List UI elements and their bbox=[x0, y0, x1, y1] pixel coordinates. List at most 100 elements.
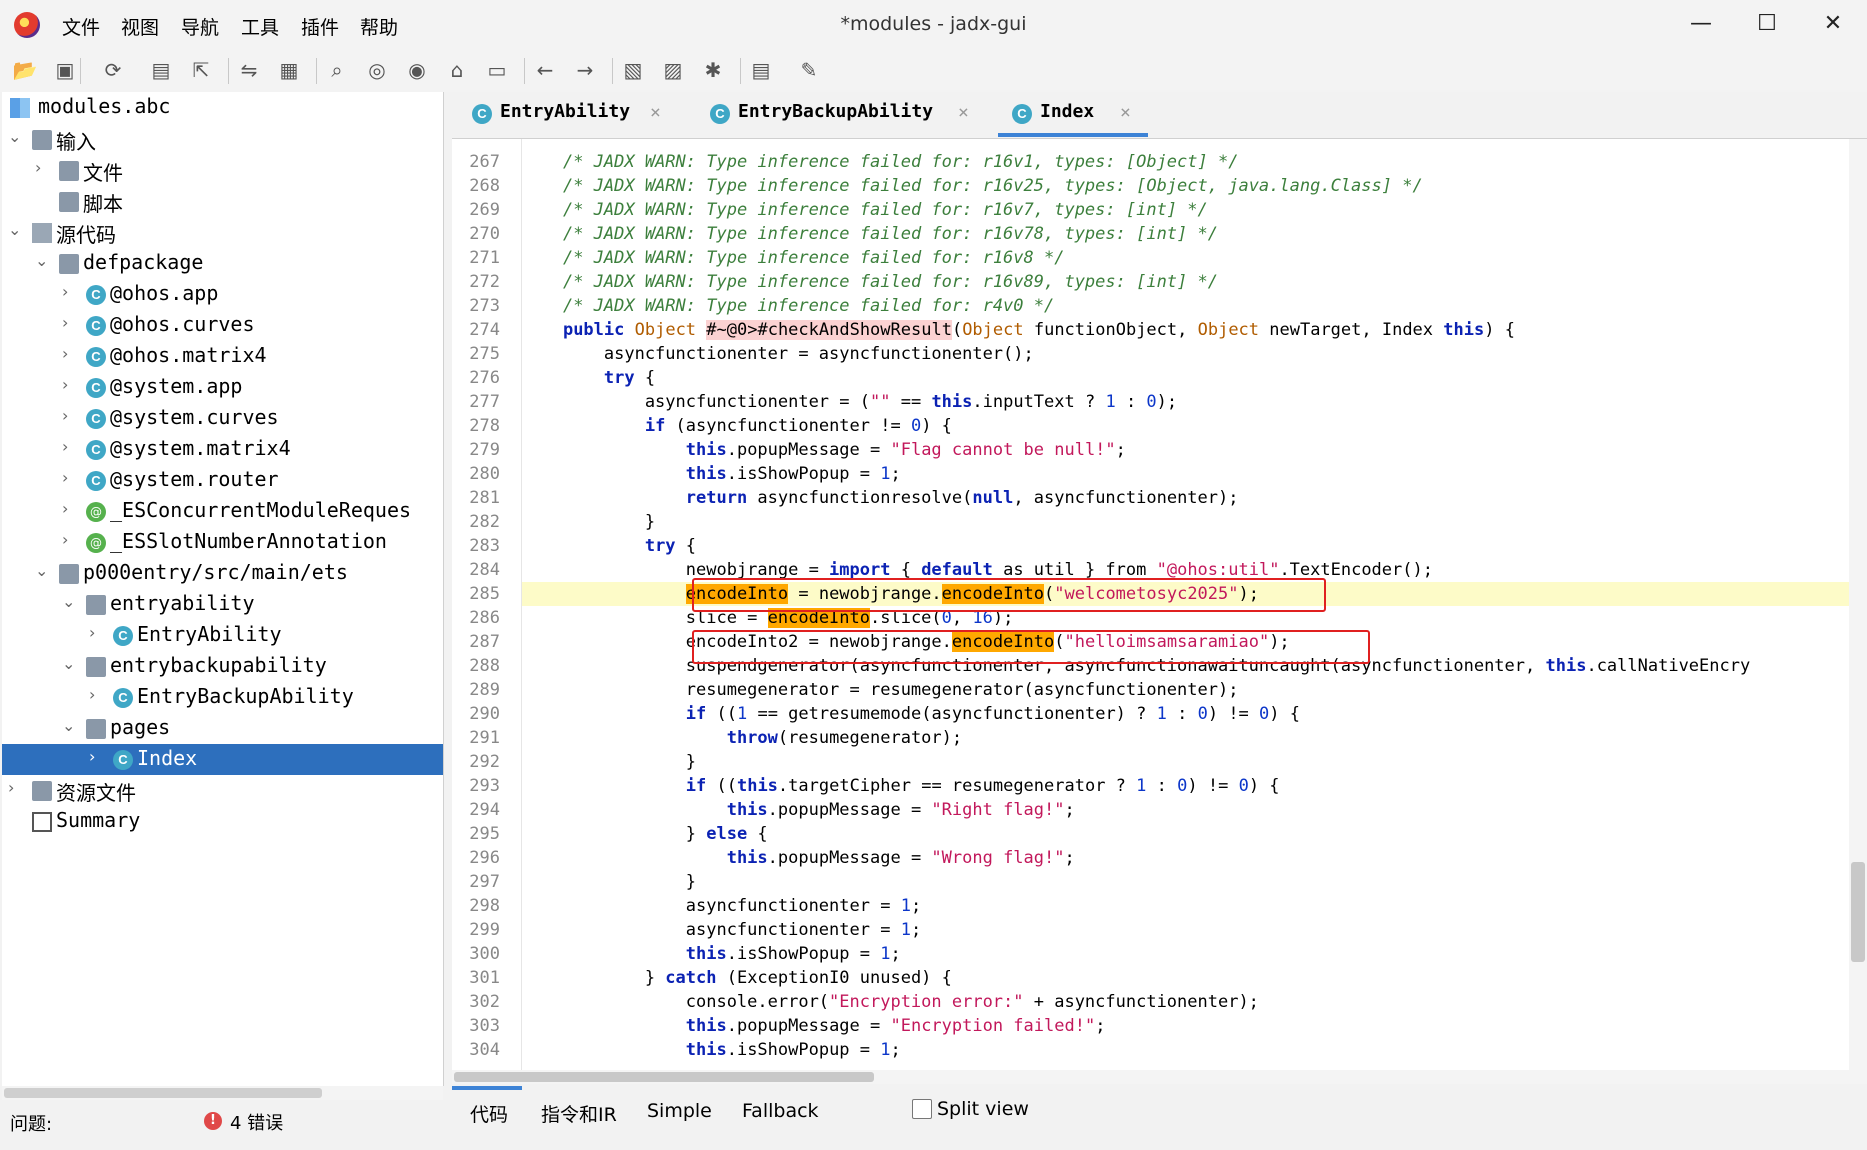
tree-item[interactable]: ⌄ 输入 bbox=[2, 124, 443, 155]
code-line[interactable]: this.popupMessage = "Wrong flag!"; bbox=[522, 846, 1852, 870]
log-icon[interactable]: ▨ bbox=[660, 57, 686, 83]
code-line[interactable]: } catch (ExceptionI0 unused) { bbox=[522, 966, 1852, 990]
split-view-label[interactable]: Split view bbox=[937, 1098, 1029, 1120]
error-count[interactable]: 4 错误 bbox=[230, 1109, 283, 1135]
code-line[interactable]: } bbox=[522, 510, 1852, 534]
chevron-right-icon[interactable]: › bbox=[8, 778, 24, 797]
quark-icon[interactable]: ▧ bbox=[620, 57, 646, 83]
code-line[interactable]: /* JADX WARN: Type inference failed for:… bbox=[522, 222, 1852, 246]
open-file-icon[interactable]: 📂 bbox=[12, 57, 38, 83]
tree-item[interactable]: 脚本 bbox=[2, 186, 443, 217]
code-line[interactable]: try { bbox=[522, 534, 1852, 558]
editor-vertical-thumb[interactable] bbox=[1851, 862, 1865, 962]
code-line[interactable]: this.popupMessage = "Flag cannot be null… bbox=[522, 438, 1852, 462]
tree-item[interactable]: ⌄ entryability bbox=[2, 589, 443, 620]
chevron-right-icon[interactable]: › bbox=[35, 158, 51, 177]
chevron-down-icon[interactable]: ⌄ bbox=[35, 251, 51, 270]
code-line[interactable]: asyncfunctionenter = 1; bbox=[522, 918, 1852, 942]
save-icon[interactable]: ▤ bbox=[148, 57, 174, 83]
split-view-checkbox[interactable] bbox=[912, 1099, 932, 1119]
close-window-button[interactable]: ✕ bbox=[1800, 0, 1866, 50]
code-line[interactable]: } else { bbox=[522, 822, 1852, 846]
sync-icon[interactable]: ⇋ bbox=[236, 57, 262, 83]
project-tree[interactable]: modules.abc ⌄ 输入 › 文件 脚本 ⌄ 源代码 ⌄ defpackage › C @oh… bbox=[2, 92, 444, 1086]
tab-fallback[interactable]: Fallback bbox=[742, 1100, 819, 1122]
tree-item[interactable]: › 资源文件 bbox=[2, 775, 443, 806]
tree-item[interactable]: › C @system.matrix4 bbox=[2, 434, 443, 465]
close-tab-icon[interactable]: × bbox=[1120, 102, 1131, 123]
chevron-right-icon[interactable]: › bbox=[62, 530, 78, 549]
debug-icon[interactable]: ✱ bbox=[700, 57, 726, 83]
find-usage-icon[interactable]: ◉ bbox=[404, 57, 430, 83]
tree-item[interactable]: Summary bbox=[2, 806, 443, 837]
close-tab-icon[interactable]: × bbox=[958, 102, 969, 123]
code-line[interactable]: if ((this.targetCipher == resumegenerato… bbox=[522, 774, 1852, 798]
code-line[interactable]: try { bbox=[522, 366, 1852, 390]
home-icon[interactable]: ⌂ bbox=[444, 57, 470, 83]
chevron-right-icon[interactable]: › bbox=[62, 344, 78, 363]
chevron-right-icon[interactable]: › bbox=[62, 313, 78, 332]
code-line[interactable]: public Object #~@0>#checkAndShowResult(O… bbox=[522, 318, 1852, 342]
tree-item[interactable]: › C @system.app bbox=[2, 372, 443, 403]
code-line[interactable]: asyncfunctionenter = asyncfunctionenter(… bbox=[522, 342, 1852, 366]
code-line[interactable]: console.error("Encryption error:" + asyn… bbox=[522, 990, 1852, 1014]
tree-item[interactable]: › C @ohos.curves bbox=[2, 310, 443, 341]
code-line[interactable]: asyncfunctionenter = 1; bbox=[522, 894, 1852, 918]
tree-item[interactable]: ⌄ pages bbox=[2, 713, 443, 744]
tree-item[interactable]: › C @system.router bbox=[2, 465, 443, 496]
chevron-down-icon[interactable]: ⌄ bbox=[62, 716, 78, 735]
tree-item[interactable]: ⌄ defpackage bbox=[2, 248, 443, 279]
chevron-right-icon[interactable]: › bbox=[62, 437, 78, 456]
chevron-right-icon[interactable]: › bbox=[89, 747, 105, 766]
chevron-right-icon[interactable]: › bbox=[89, 685, 105, 704]
code-line[interactable]: this.popupMessage = "Encryption failed!"… bbox=[522, 1014, 1852, 1038]
tab-entrybackupability[interactable]: C EntryBackupAbility × bbox=[708, 92, 978, 138]
deobfuscation-icon[interactable]: ▭ bbox=[484, 57, 510, 83]
code-line[interactable]: /* JADX WARN: Type inference failed for:… bbox=[522, 246, 1852, 270]
tree-item[interactable]: › C EntryAbility bbox=[2, 620, 443, 651]
tab-index[interactable]: C Index × bbox=[1010, 92, 1140, 138]
code-line[interactable]: /* JADX WARN: Type inference failed for:… bbox=[522, 198, 1852, 222]
tree-scroll-thumb[interactable] bbox=[4, 1088, 322, 1098]
code-line[interactable]: throw(resumegenerator); bbox=[522, 726, 1852, 750]
chevron-down-icon[interactable]: ⌄ bbox=[62, 654, 78, 673]
code-line[interactable]: if ((1 == getresumemode(asyncfunctionent… bbox=[522, 702, 1852, 726]
tree-item[interactable]: › 文件 bbox=[2, 155, 443, 186]
tree-item[interactable]: ⌄ entrybackupability bbox=[2, 651, 443, 682]
tab-instructions-ir[interactable]: 指令和IR bbox=[541, 1100, 617, 1127]
tab-entryability[interactable]: C EntryAbility × bbox=[470, 92, 670, 138]
add-file-icon[interactable]: ▣ bbox=[52, 57, 78, 83]
chevron-right-icon[interactable]: › bbox=[89, 623, 105, 642]
reload-icon[interactable]: ⟳ bbox=[100, 57, 126, 83]
code-line[interactable]: /* JADX WARN: Type inference failed for:… bbox=[522, 150, 1852, 174]
chevron-right-icon[interactable]: › bbox=[62, 499, 78, 518]
tree-item[interactable]: › C Index bbox=[2, 744, 443, 775]
code-line[interactable]: this.isShowPopup = 1; bbox=[522, 942, 1852, 966]
maximize-button[interactable]: ☐ bbox=[1734, 0, 1800, 50]
find-class-icon[interactable]: ◎ bbox=[364, 57, 390, 83]
code-line[interactable]: } bbox=[522, 870, 1852, 894]
tree-item[interactable]: › C EntryBackupAbility bbox=[2, 682, 443, 713]
tree-item[interactable]: › @ _ESConcurrentModuleReques bbox=[2, 496, 443, 527]
code-line[interactable]: } bbox=[522, 750, 1852, 774]
tree-item[interactable]: › C @ohos.matrix4 bbox=[2, 341, 443, 372]
code-line[interactable]: if (asyncfunctionenter != 0) { bbox=[522, 414, 1852, 438]
code-line[interactable]: this.isShowPopup = 1; bbox=[522, 462, 1852, 486]
tree-item[interactable]: ⌄ 源代码 bbox=[2, 217, 443, 248]
search-icon[interactable]: ⌕ bbox=[324, 57, 350, 83]
tab-simple[interactable]: Simple bbox=[647, 1100, 712, 1122]
export-icon[interactable]: ⇱ bbox=[188, 57, 214, 83]
code-line[interactable]: asyncfunctionenter = ("" == this.inputTe… bbox=[522, 390, 1852, 414]
code-line[interactable]: return asyncfunctionresolve(null, asyncf… bbox=[522, 486, 1852, 510]
code-line[interactable]: this.isShowPopup = 1; bbox=[522, 1038, 1852, 1062]
settings-list-icon[interactable]: ▤ bbox=[748, 57, 774, 83]
code-line[interactable]: this.popupMessage = "Right flag!"; bbox=[522, 798, 1852, 822]
back-icon[interactable]: ← bbox=[532, 57, 558, 83]
collapse-icon[interactable]: ▦ bbox=[276, 57, 302, 83]
chevron-down-icon[interactable]: ⌄ bbox=[8, 220, 24, 239]
tree-item[interactable]: › @ _ESSlotNumberAnnotation bbox=[2, 527, 443, 558]
chevron-down-icon[interactable]: ⌄ bbox=[8, 127, 24, 146]
code-line[interactable]: /* JADX WARN: Type inference failed for:… bbox=[522, 270, 1852, 294]
forward-icon[interactable]: → bbox=[572, 57, 598, 83]
preferences-icon[interactable]: ✎ bbox=[796, 57, 822, 83]
